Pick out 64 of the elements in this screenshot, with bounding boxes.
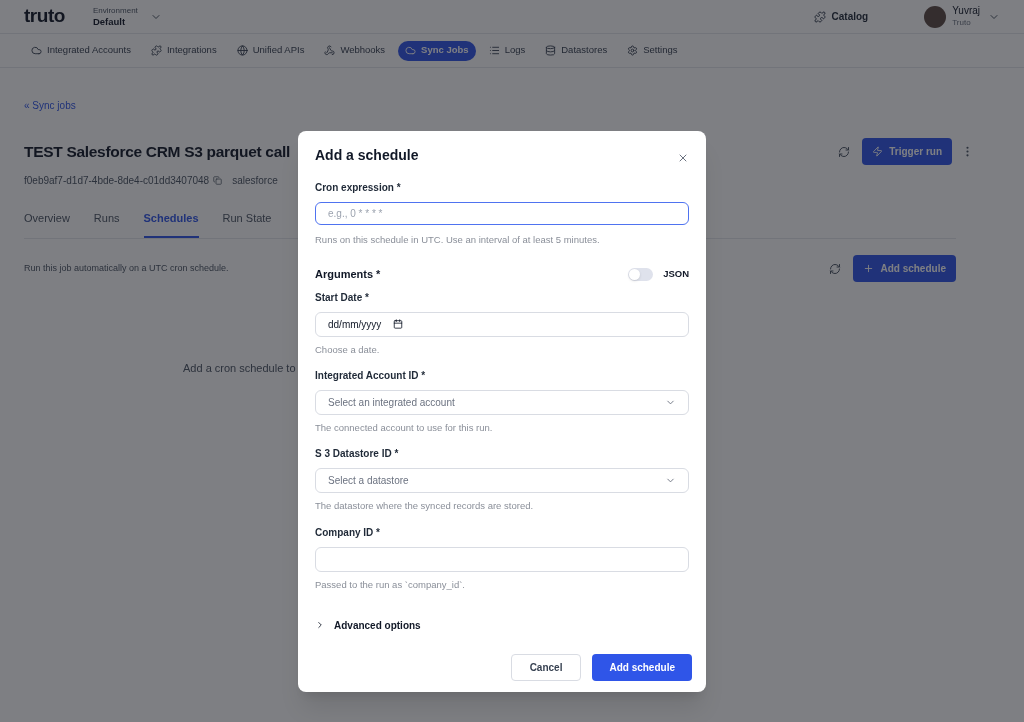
settings-icon [627,45,639,56]
add-schedule-button[interactable]: Add schedule [853,255,956,282]
cloud-icon [405,45,417,56]
select-field[interactable]: Select an integrated account [315,390,689,415]
refresh-icon[interactable] [829,262,842,275]
description-text: Run this job automatically on a UTC cron schedule. [24,261,229,275]
field-label: Integrated Account ID * [315,369,427,383]
date-field[interactable]: dd/mm/yyyy [315,311,689,337]
plus-icon [863,263,875,274]
nav-tab[interactable]: Sync Jobs [398,40,476,61]
nav-tab[interactable]: Datastores [538,40,615,61]
field-label: Company ID * [315,525,381,540]
nav-tab[interactable]: Logs [481,40,533,61]
json-toggle[interactable] [628,268,654,281]
user-org: Truto [952,17,972,28]
tab[interactable]: Run State [222,209,272,238]
help-text: Runs on this schedule in UTC. Use an interval of at least 5 minutes. [315,233,601,247]
input-field[interactable]: e.g., 0 * * * * [315,202,689,225]
nav-tab[interactable]: Unified APIs [229,40,312,61]
user-name: Yuvraj [952,5,980,18]
trigger-run-button[interactable]: Trigger run [862,138,952,165]
nav-tab[interactable]: Integrated Accounts [24,40,138,61]
catalog-link[interactable]: Catalog [831,9,869,24]
database-icon [545,45,557,56]
calendar-icon [393,319,404,330]
refresh-icon[interactable] [838,145,851,158]
help-text: The datastore where the synced records are stored. [315,499,535,514]
help-text: The connected account to use for this run. [315,421,494,435]
environment-value[interactable]: Default [92,15,138,28]
environment-label: Environment [92,5,138,16]
toggle-label: JSON [663,267,689,282]
back-link[interactable]: « Sync jobs [24,100,76,111]
tab[interactable]: Runs [93,209,120,238]
section-label: Arguments * [315,267,381,283]
integration-name: salesforce [232,174,278,188]
empty-state-text: Add a cron schedule to [183,361,296,376]
webhook-icon [324,45,336,56]
list-icon [488,45,500,56]
help-text: Passed to the run as `company_id`. [315,577,466,592]
advanced-options-toggle[interactable]: Advanced options [315,617,689,633]
nav-tab[interactable]: Settings [620,40,685,61]
dialog-title: Add a schedule [315,146,419,165]
puzzle-icon [813,10,826,23]
nav-tab[interactable]: Webhooks [317,40,393,61]
nav-tab[interactable]: Integrations [144,40,224,61]
page-title: TEST Salesforce CRM S3 parquet call [24,141,290,162]
help-text: Choose a date. [315,342,381,357]
tab[interactable]: Schedules [143,209,199,238]
puzzle-icon [151,45,162,56]
globe-icon [236,45,248,56]
job-id: f0eb9af7-d1d7-4bde-8de4-c01dd3407048 [24,174,210,188]
field-label: S 3 Datastore ID * [315,447,400,462]
tab[interactable]: Overview [24,209,70,238]
copy-icon[interactable] [213,176,223,185]
select-field[interactable]: Select a datastore [315,468,689,494]
chevron-icon [315,620,325,631]
submit-button[interactable]: Add schedule [592,653,692,681]
field-label: Start Date * [315,290,370,305]
lightning-icon [872,146,884,157]
field-label: Cron expression * [315,181,402,195]
cloud-icon [31,45,42,56]
cancel-button[interactable]: Cancel [510,653,582,681]
avatar[interactable] [924,5,947,28]
logo[interactable]: truto [24,2,65,31]
